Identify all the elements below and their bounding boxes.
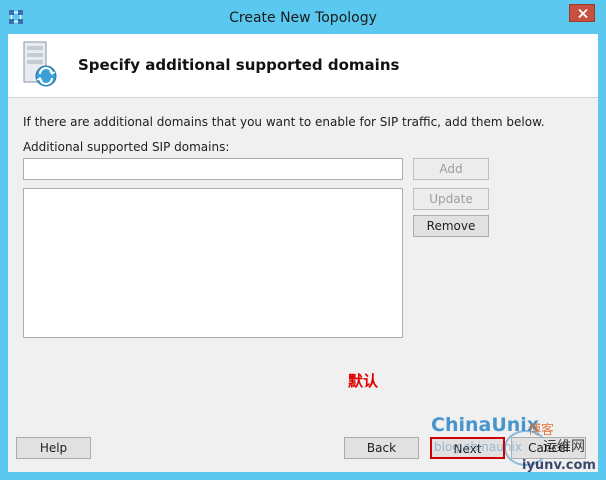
close-button[interactable] [569, 4, 595, 22]
help-button[interactable]: Help [16, 437, 91, 459]
sip-domain-input[interactable] [23, 158, 403, 180]
window-title: Create New Topology [229, 10, 377, 26]
page-title: Specify additional supported domains [78, 56, 400, 74]
window-frame: Create New Topology Specify additional s… [0, 0, 606, 480]
instruction-text: If there are additional domains that you… [23, 115, 545, 129]
watermark-site-url: iyunv.com [522, 458, 596, 473]
sip-domains-label: Additional supported SIP domains: [23, 140, 230, 154]
server-sync-icon [18, 40, 62, 90]
sip-domains-list[interactable] [23, 188, 403, 338]
add-button[interactable]: Add [413, 158, 489, 180]
update-button[interactable]: Update [413, 188, 489, 210]
title-bar[interactable]: Create New Topology [0, 0, 606, 34]
dialog-body: Specify additional supported domains If … [8, 34, 598, 473]
wizard-header: Specify additional supported domains [8, 34, 598, 98]
watermark-site-name: 运维网 [543, 439, 585, 455]
remove-button[interactable]: Remove [413, 215, 489, 237]
close-icon [578, 9, 588, 18]
default-annotation: 默认 [348, 372, 379, 390]
watermark-blog-url: blog.chinaunix [434, 440, 522, 454]
back-button[interactable]: Back [344, 437, 419, 459]
